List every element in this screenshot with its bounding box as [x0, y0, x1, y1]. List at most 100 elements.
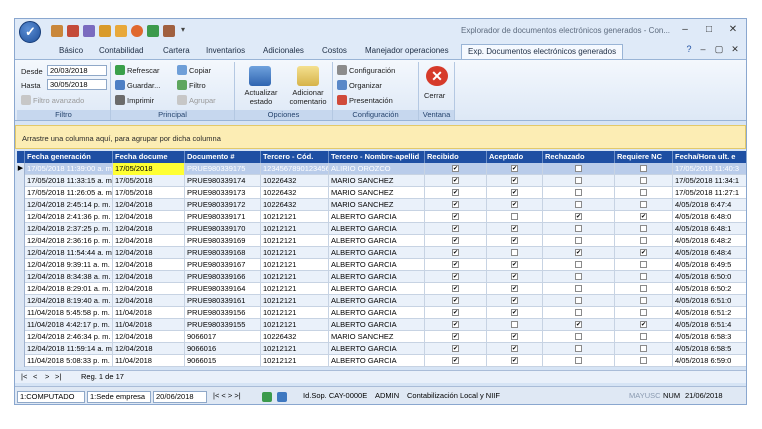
rechazado-checkbox[interactable]	[575, 201, 582, 208]
col-fecha-hora-ult-cell[interactable]: 4/05/2018 6:51:0	[673, 295, 746, 307]
requiere-nc-checkbox[interactable]	[640, 333, 647, 340]
refrescar-button[interactable]: Refrescar	[127, 66, 160, 75]
aceptado-checkbox[interactable]: ✔	[511, 237, 518, 244]
table-row[interactable]: 12/04/2018 2:41:36 p. m. 12/04/2018 PRUE98…	[17, 211, 746, 223]
col-documento-cell[interactable]: 9066015	[185, 355, 261, 367]
col-tercero-codigo-cell[interactable]: 1234567890123456	[261, 163, 329, 175]
tab-exp-documentos[interactable]: Exp. Documentos electrónicos generados	[461, 44, 624, 60]
col-fecha-documento-cell[interactable]: 12/04/2018	[113, 343, 185, 355]
aceptado-checkbox[interactable]: ✔	[511, 201, 518, 208]
col-tercero-nombre-cell[interactable]: ALBERTO GARCIA	[329, 343, 425, 355]
row-indicator[interactable]	[17, 235, 25, 247]
tab-manejador-operaciones[interactable]: Manejador operaciones	[365, 46, 449, 55]
aceptado-checkbox[interactable]	[511, 321, 518, 328]
col-tercero-nombre-cell[interactable]: ALIRIO OROZCO	[329, 163, 425, 175]
requiere-nc-checkbox[interactable]	[640, 165, 647, 172]
maximize-button[interactable]: □	[701, 24, 717, 35]
table-row[interactable]: 12/04/2018 2:46:34 p. m. 12/04/2018 906601…	[17, 331, 746, 343]
table-row[interactable]: 17/05/2018 11:33:15 a. m 17/05/2018 PRUE98…	[17, 175, 746, 187]
row-indicator[interactable]	[17, 223, 25, 235]
recibido-checkbox[interactable]: ✔	[452, 225, 459, 232]
col-documento-header[interactable]: Documento #	[185, 151, 261, 163]
aceptado-checkbox[interactable]: ✔	[511, 225, 518, 232]
col-tercero-codigo-cell[interactable]: 10212121	[261, 271, 329, 283]
aceptado-checkbox[interactable]	[511, 249, 518, 256]
aceptado-checkbox[interactable]: ✔	[511, 309, 518, 316]
presentacion-button[interactable]: Presentación	[349, 96, 393, 105]
bank-icon[interactable]	[99, 25, 111, 37]
col-tercero-nombre-cell[interactable]: MARIO SANCHEZ	[329, 175, 425, 187]
col-fecha-documento-cell[interactable]: 11/04/2018	[113, 307, 185, 319]
col-fecha-hora-ult-cell[interactable]: 4/05/2018 6:48:4	[673, 247, 746, 259]
recibido-checkbox[interactable]: ✔	[452, 285, 459, 292]
aceptado-checkbox[interactable]	[511, 213, 518, 220]
tab-inventarios[interactable]: Inventarios	[206, 46, 245, 55]
row-indicator[interactable]	[17, 199, 25, 211]
grid-tool-icon[interactable]	[51, 25, 63, 37]
col-fecha-documento-cell[interactable]: 12/04/2018	[113, 271, 185, 283]
col-tercero-nombre-cell[interactable]: ALBERTO GARCIA	[329, 355, 425, 367]
row-indicator[interactable]	[17, 283, 25, 295]
col-tercero-nombre-cell[interactable]: ALBERTO GARCIA	[329, 319, 425, 331]
col-fecha-hora-ult-header[interactable]: Fecha/Hora ult. e	[673, 151, 746, 163]
box-icon[interactable]	[115, 25, 127, 37]
last-record-button[interactable]: >|	[53, 372, 63, 384]
col-fecha-documento-cell[interactable]: 17/05/2018	[113, 175, 185, 187]
col-tercero-nombre-cell[interactable]: ALBERTO GARCIA	[329, 247, 425, 259]
table-row[interactable]: 11/04/2018 4:42:17 p. m. 11/04/2018 PRUE98…	[17, 319, 746, 331]
recibido-checkbox[interactable]: ✔	[452, 201, 459, 208]
aceptado-checkbox[interactable]: ✔	[511, 357, 518, 364]
col-fecha-generacion-cell[interactable]: 17/05/2018 11:26:05 a. m	[25, 187, 113, 199]
aceptado-checkbox[interactable]: ✔	[511, 333, 518, 340]
col-tercero-codigo-cell[interactable]: 10212121	[261, 295, 329, 307]
table-row[interactable]: 12/04/2018 11:54:44 a. m 12/04/2018 PRUE98…	[17, 247, 746, 259]
ribbon-close-button[interactable]: ✕	[727, 44, 743, 55]
col-documento-cell[interactable]: PRUE980339156	[185, 307, 261, 319]
col-fecha-documento-cell[interactable]: 12/04/2018	[113, 211, 185, 223]
tab-contabilidad[interactable]: Contabilidad	[99, 46, 143, 55]
recibido-checkbox[interactable]: ✔	[452, 297, 459, 304]
rechazado-checkbox[interactable]: ✔	[575, 321, 582, 328]
col-fecha-generacion-cell[interactable]: 12/04/2018 8:29:01 a. m.	[25, 283, 113, 295]
col-documento-cell[interactable]: PRUE980339172	[185, 199, 261, 211]
col-tercero-nombre-cell[interactable]: ALBERTO GARCIA	[329, 259, 425, 271]
col-documento-cell[interactable]: PRUE980339171	[185, 211, 261, 223]
rechazado-checkbox[interactable]	[575, 165, 582, 172]
col-fecha-documento-cell[interactable]: 11/04/2018	[113, 355, 185, 367]
rechazado-checkbox[interactable]	[575, 297, 582, 304]
col-tercero-nombre-cell[interactable]: ALBERTO GARCIA	[329, 223, 425, 235]
requiere-nc-checkbox[interactable]	[640, 273, 647, 280]
tab-basico[interactable]: Básico	[59, 46, 83, 55]
hasta-date-input[interactable]: 30/05/2018	[47, 79, 107, 90]
col-tercero-codigo-header[interactable]: Tercero - Cód.	[261, 151, 329, 163]
rechazado-checkbox[interactable]	[575, 189, 582, 196]
col-fecha-hora-ult-cell[interactable]: 4/05/2018 6:48:0	[673, 211, 746, 223]
col-fecha-documento-cell[interactable]: 12/04/2018	[113, 223, 185, 235]
col-fecha-documento-cell[interactable]: 17/05/2018	[113, 163, 185, 175]
col-fecha-generacion-cell[interactable]: 12/04/2018 11:59:14 a. m	[25, 343, 113, 355]
col-fecha-documento-cell[interactable]: 12/04/2018	[113, 247, 185, 259]
col-tercero-codigo-cell[interactable]: 10226432	[261, 175, 329, 187]
col-fecha-hora-ult-cell[interactable]: 4/05/2018 6:58:5	[673, 343, 746, 355]
col-fecha-generacion-cell[interactable]: 12/04/2018 2:37:25 p. m.	[25, 223, 113, 235]
col-tercero-codigo-cell[interactable]: 10212121	[261, 259, 329, 271]
agrupar-button[interactable]: Agrupar	[189, 96, 216, 105]
col-fecha-generacion-cell[interactable]: 12/04/2018 2:46:34 p. m.	[25, 331, 113, 343]
col-fecha-generacion-cell[interactable]: 12/04/2018 2:41:36 p. m.	[25, 211, 113, 223]
col-fecha-documento-cell[interactable]: 11/04/2018	[113, 319, 185, 331]
col-documento-cell[interactable]: PRUE980339164	[185, 283, 261, 295]
row-indicator[interactable]	[17, 175, 25, 187]
requiere-nc-checkbox[interactable]: ✔	[640, 213, 647, 220]
recibido-checkbox[interactable]: ✔	[452, 357, 459, 364]
guardar-button[interactable]: Guardar...	[127, 81, 160, 90]
col-documento-cell[interactable]: PRUE980339174	[185, 175, 261, 187]
col-tercero-codigo-cell[interactable]: 10212121	[261, 247, 329, 259]
table-row[interactable]: 11/04/2018 5:08:33 p. m. 11/04/2018 906601…	[17, 355, 746, 367]
rechazado-checkbox[interactable]	[575, 285, 582, 292]
col-fecha-generacion-header[interactable]: Fecha generación	[25, 151, 113, 163]
col-tercero-nombre-cell[interactable]: MARIO SANCHEZ	[329, 331, 425, 343]
col-fecha-generacion-cell[interactable]: 17/05/2018 11:39:00 a. m	[25, 163, 113, 175]
prev-record-button[interactable]: <	[31, 372, 39, 384]
col-documento-cell[interactable]: PRUE980339161	[185, 295, 261, 307]
recibido-checkbox[interactable]: ✔	[452, 309, 459, 316]
